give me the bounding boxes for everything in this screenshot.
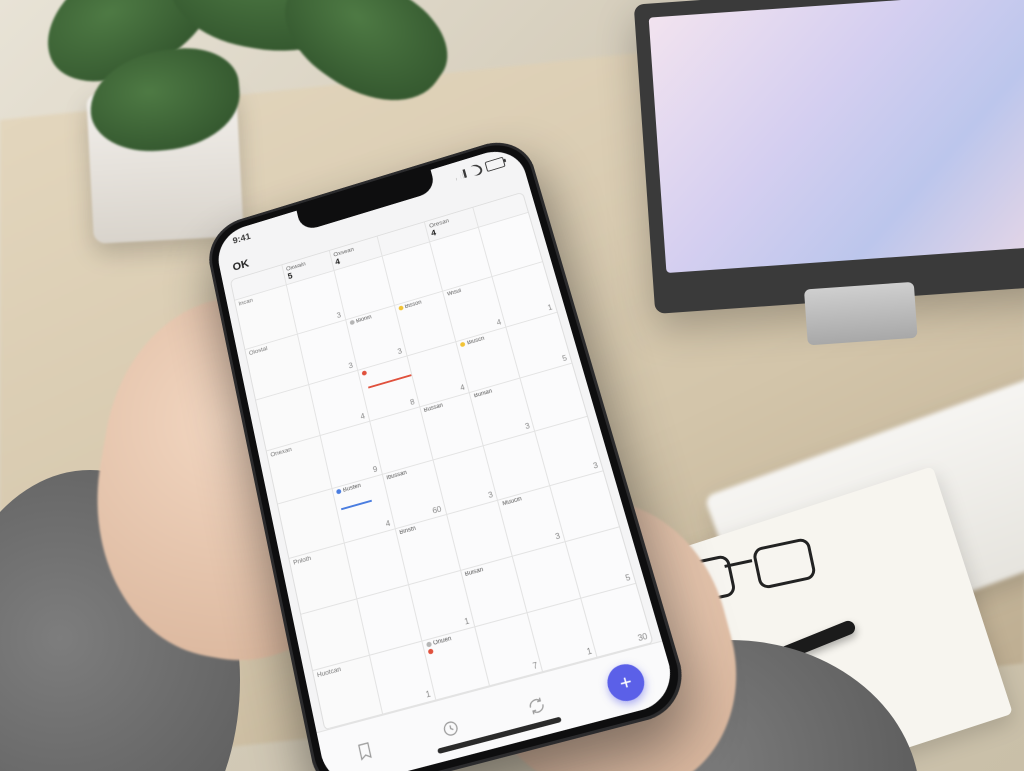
- photo-scene: 9:41 OK Oxwain5 Oxsean4: [0, 0, 1024, 771]
- blue-line-marker: [341, 500, 372, 510]
- sync-icon: [525, 694, 548, 718]
- tab-bookmark[interactable]: [345, 730, 384, 771]
- bookmark-icon: [354, 739, 376, 763]
- battery-icon: [485, 157, 506, 172]
- plus-icon: [615, 672, 636, 693]
- monitor-screen: [649, 0, 1024, 273]
- monitor-stand: [804, 282, 918, 346]
- signal-icon: [452, 169, 467, 181]
- app-title: OK: [232, 257, 250, 273]
- status-time: 9:41: [232, 232, 252, 246]
- plant-leaves: [30, 0, 450, 180]
- desktop-monitor: [634, 0, 1024, 314]
- add-button[interactable]: [603, 660, 648, 705]
- wifi-icon: [467, 163, 484, 178]
- clock-icon: [439, 717, 462, 741]
